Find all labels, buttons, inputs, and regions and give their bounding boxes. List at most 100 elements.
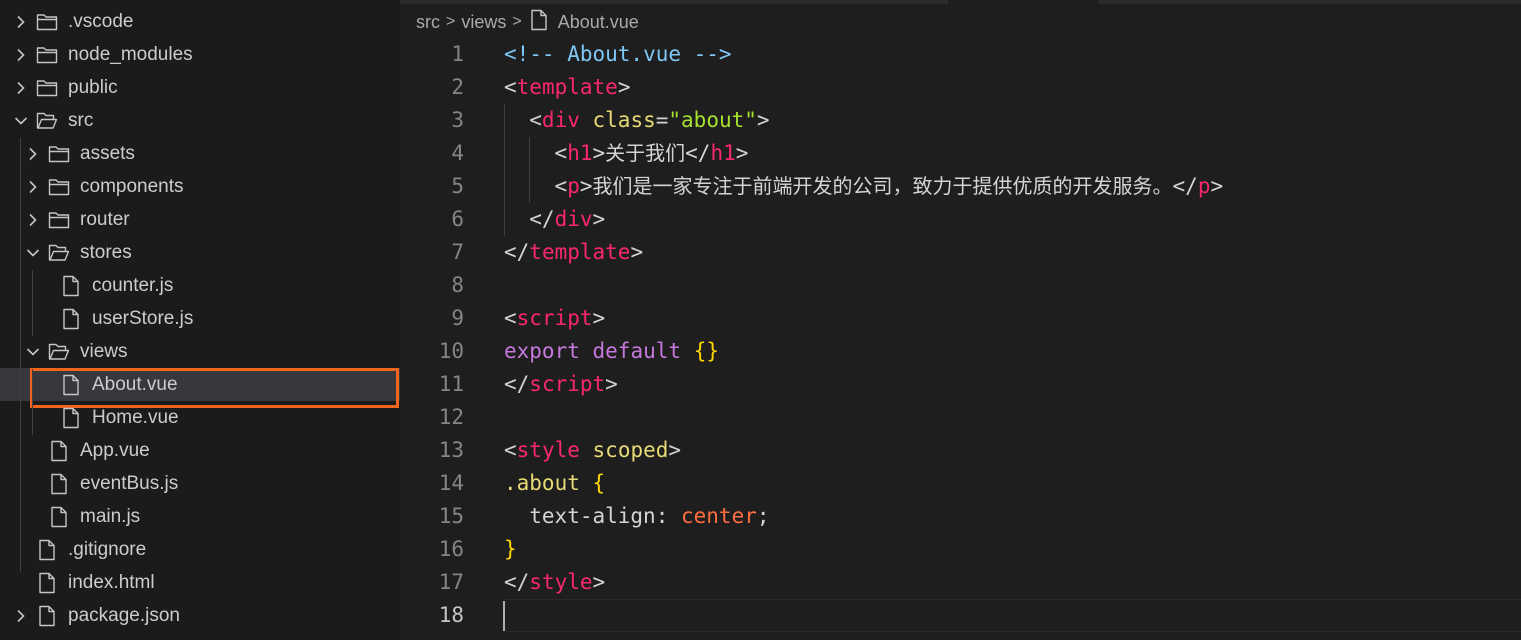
chevron-down-icon[interactable] — [26, 246, 40, 260]
line-number: 5 — [451, 174, 464, 198]
code-token: class — [592, 108, 656, 132]
chevron-down-icon[interactable] — [26, 345, 40, 359]
code-line[interactable]: 1 <!-- About.vue --> — [400, 38, 1521, 71]
chevron-right-icon[interactable] — [26, 147, 40, 161]
tree-item-label: userStore.js — [92, 307, 194, 329]
tree-folder-stores[interactable]: stores — [0, 236, 400, 269]
line-number: 2 — [451, 75, 464, 99]
tree-file-counter-js[interactable]: counter.js — [0, 269, 400, 302]
tree-item-label: .gitignore — [68, 538, 147, 560]
chevron-right-icon[interactable] — [26, 213, 40, 227]
code-line[interactable]: 12 — [400, 401, 1521, 434]
chevron-right-icon[interactable] — [26, 180, 40, 194]
chevron-right-icon[interactable] — [14, 15, 28, 29]
code-token: > — [592, 207, 606, 231]
line-number: 1 — [451, 42, 464, 66]
vscode-window: .vscode node_modulespublic src assets compon… — [0, 0, 1521, 640]
file-icon — [60, 275, 82, 297]
tree-file-app-vue[interactable]: App.vue — [0, 434, 400, 467]
code-line[interactable]: 16} — [400, 533, 1521, 566]
tab-strip-segment — [400, 0, 948, 4]
code-token: > — [1210, 174, 1224, 198]
code-token: < — [504, 306, 517, 330]
code-line[interactable]: 9 <script> — [400, 302, 1521, 335]
file-icon — [48, 473, 70, 495]
line-number: 15 — [438, 504, 464, 528]
code-line[interactable]: 5 <p>我们是一家专注于前端开发的公司，致力于提供优质的开发服务。</p> — [400, 170, 1521, 203]
folder-icon — [36, 11, 58, 33]
code-text: <template> — [504, 71, 630, 104]
tree-folder-components[interactable]: components — [0, 170, 400, 203]
chevron-down-icon[interactable] — [14, 114, 28, 128]
code-token: 关于我们 — [605, 141, 686, 165]
chevron-right-icon[interactable] — [14, 81, 28, 95]
code-token: style — [529, 570, 593, 594]
code-token: <!-- About.vue --> — [504, 42, 732, 66]
line-number: 4 — [451, 141, 464, 165]
tree-indent-guide — [32, 270, 33, 336]
tree-folder-views[interactable]: views — [0, 335, 400, 368]
tree-folder-public[interactable]: public — [0, 71, 400, 104]
tree-file-eventbus-js[interactable]: eventBus.js — [0, 467, 400, 500]
tree-item-label: assets — [80, 142, 135, 164]
tree-folder-vscode[interactable]: .vscode — [0, 5, 400, 38]
line-number: 8 — [451, 273, 464, 297]
tree-file-package-json[interactable]: package.json — [0, 599, 400, 632]
code-line[interactable]: 6 </div> — [400, 203, 1521, 236]
code-token: script — [516, 306, 593, 330]
code-token: p — [1197, 174, 1211, 198]
tree-file-userstore-js[interactable]: userStore.js — [0, 302, 400, 335]
tree-file-main-js[interactable]: main.js — [0, 500, 400, 533]
tree-item-label: node_modules — [68, 43, 193, 65]
chevron-right-icon[interactable] — [14, 48, 28, 62]
code-token: = — [655, 108, 669, 132]
tree-folder-router[interactable]: router — [0, 203, 400, 236]
line-number: 9 — [451, 306, 464, 330]
code-line[interactable]: 11 </script> — [400, 368, 1521, 401]
code-text: </style> — [504, 566, 605, 599]
tree-folder-node-modules[interactable]: node_modules — [0, 38, 400, 71]
code-token: "about" — [668, 108, 757, 132]
folder-open-icon — [36, 110, 58, 132]
breadcrumb-item[interactable]: About.vue — [558, 12, 639, 33]
editor-indent-guide — [504, 104, 505, 236]
code-line[interactable]: 2 <template> — [400, 71, 1521, 104]
tree-folder-src[interactable]: src — [0, 104, 400, 137]
code-line[interactable]: 13 <style scoped> — [400, 434, 1521, 467]
code-line[interactable]: 15 text-align: center; — [400, 500, 1521, 533]
line-number: 7 — [451, 240, 464, 264]
tree-item-label: counter.js — [92, 274, 174, 296]
code-token: < — [504, 438, 517, 462]
folder-open-icon — [48, 341, 70, 363]
tree-file-gitignore[interactable]: .gitignore — [0, 533, 400, 566]
tab-strip — [400, 0, 1521, 5]
code-token: > — [592, 570, 606, 594]
code-token: .about — [504, 471, 580, 495]
tree-file-index-html[interactable]: index.html — [0, 566, 400, 599]
chevron-right-icon[interactable] — [14, 609, 28, 623]
breadcrumb-item[interactable]: views — [461, 12, 506, 33]
folder-icon — [36, 44, 58, 66]
tree-item-label: About.vue — [92, 373, 178, 395]
tree-item-label: public — [68, 76, 118, 98]
code-line[interactable]: 8 — [400, 269, 1521, 302]
code-token: < — [554, 174, 568, 198]
code-line[interactable]: 3 <div class="about"> — [400, 104, 1521, 137]
tree-folder-assets[interactable]: assets — [0, 137, 400, 170]
code-line[interactable]: 7 </template> — [400, 236, 1521, 269]
code-token: > — [592, 141, 606, 165]
code-line[interactable]: 4 <h1>关于我们</h1> — [400, 137, 1521, 170]
code-line[interactable]: 10 export default {} — [400, 335, 1521, 368]
tree-file-about-vue[interactable]: About.vue — [0, 368, 400, 408]
code-editor[interactable]: src > views > About.vue 1 <!-- About.vue --> 2… — [400, 0, 1521, 640]
code-line[interactable]: 14 .about { — [400, 467, 1521, 500]
code-line[interactable]: 18 — [400, 599, 1521, 632]
code-line[interactable]: 17 </style> — [400, 566, 1521, 599]
tree-indent-guide — [32, 369, 33, 435]
code-token: : — [655, 504, 681, 528]
breadcrumb-item[interactable]: src — [416, 12, 440, 33]
code-token: < — [554, 141, 568, 165]
tree-file-home-vue[interactable]: Home.vue — [0, 401, 400, 434]
code-token: > — [630, 240, 644, 264]
